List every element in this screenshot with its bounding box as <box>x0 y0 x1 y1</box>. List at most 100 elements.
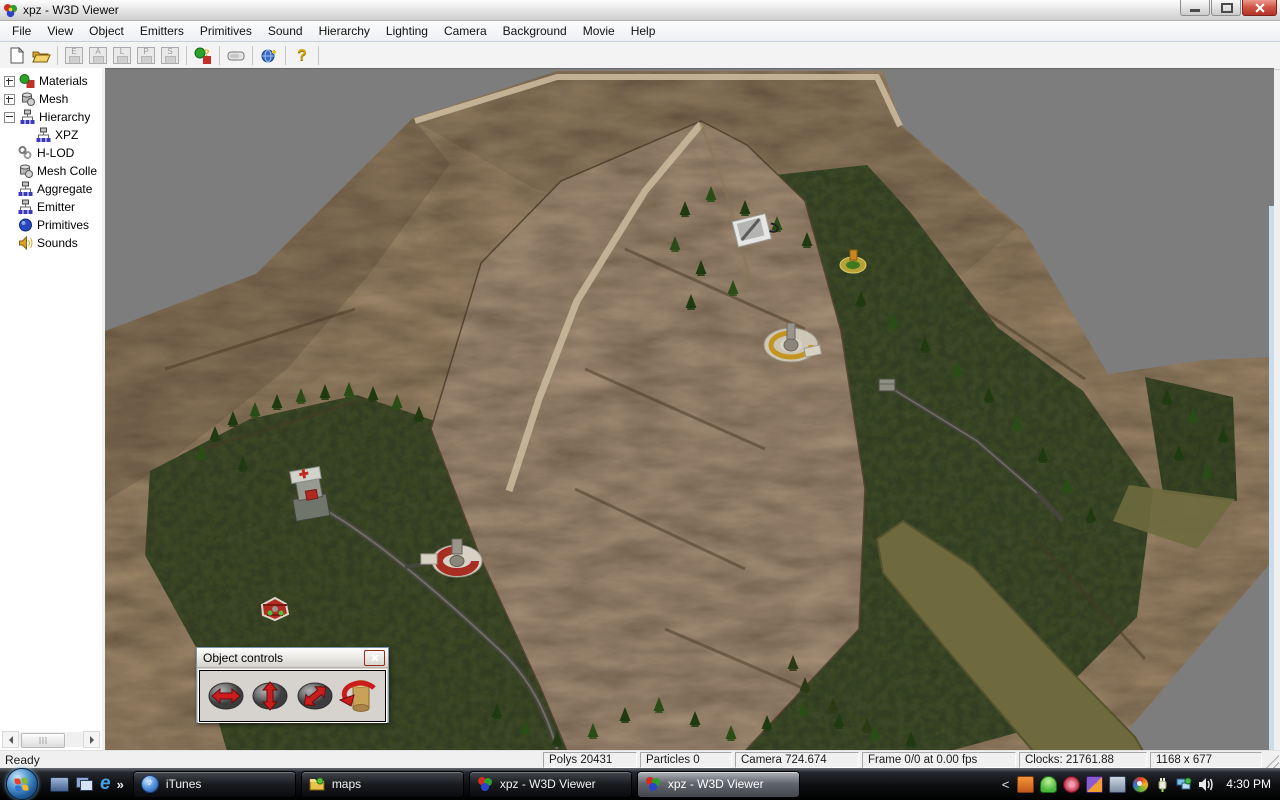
help-button[interactable]: ? <box>290 44 314 67</box>
status-camera: Camera 724.674 <box>735 752 859 768</box>
close-button[interactable] <box>1242 0 1277 16</box>
tree-horizontal-scrollbar[interactable] <box>2 732 100 747</box>
volume-icon[interactable] <box>1198 777 1214 792</box>
save-emitter-button[interactable]: E <box>62 44 86 67</box>
menu-primitives[interactable]: Primitives <box>192 22 260 40</box>
tree-item-hlod[interactable]: H-LOD <box>0 144 102 162</box>
maximize-button[interactable] <box>1211 0 1241 16</box>
scroll-right-button[interactable] <box>83 731 100 748</box>
hlod-icon <box>17 145 34 161</box>
scroll-left-button[interactable] <box>2 731 19 748</box>
internet-explorer-icon[interactable]: e <box>100 775 111 793</box>
taskbar-button-maps[interactable]: maps <box>301 771 464 798</box>
rotate-object-button[interactable] <box>338 676 380 716</box>
taskbar-button-itunes[interactable]: ♪ iTunes <box>133 771 296 798</box>
open-folder-icon <box>32 49 51 63</box>
translate-diagonal-button[interactable] <box>294 676 336 716</box>
power-plug-icon[interactable] <box>1155 776 1170 792</box>
floppy-letter: S <box>162 48 178 56</box>
window-right-border <box>1269 206 1274 751</box>
menu-object[interactable]: Object <box>81 22 132 40</box>
statusbar: Ready Polys 20431 Particles 0 Camera 724… <box>0 750 1280 769</box>
taskbar-button-w3d-2-active[interactable]: xpz - W3D Viewer <box>637 771 800 798</box>
quick-launch: e <box>50 775 111 793</box>
show-desktop-icon[interactable] <box>50 777 69 792</box>
object-controls-dialog[interactable]: Object controls <box>196 647 389 723</box>
scrollbar-thumb[interactable] <box>21 733 65 748</box>
itunes-icon: ♪ <box>141 775 159 793</box>
tree-item-label: Primitives <box>37 218 89 232</box>
menu-lighting[interactable]: Lighting <box>378 22 436 40</box>
new-document-button[interactable] <box>5 44 29 67</box>
slider-button[interactable] <box>224 44 248 67</box>
object-controls-body <box>199 670 386 722</box>
open-file-button[interactable] <box>29 44 53 67</box>
globe-add-button[interactable] <box>257 44 281 67</box>
status-resolution: 1168 x 677 <box>1150 752 1262 768</box>
tree-item-mesh[interactable]: Mesh <box>0 90 102 108</box>
horizontal-arrow-icon <box>206 678 246 714</box>
menubar: File View Object Emitters Primitives Sou… <box>0 21 1280 42</box>
menu-view[interactable]: View <box>39 22 81 40</box>
tree-item-mesh-collection[interactable]: Mesh Colle <box>0 162 102 180</box>
tree-item-emitter[interactable]: Emitter <box>0 198 102 216</box>
minimize-button[interactable] <box>1180 0 1210 16</box>
tree-item-materials[interactable]: Materials <box>0 72 102 90</box>
collapse-icon[interactable] <box>4 112 15 123</box>
save-sound-button[interactable]: S <box>158 44 182 67</box>
taskbar-button-label: xpz - W3D Viewer <box>668 777 764 791</box>
expand-icon[interactable] <box>4 76 15 87</box>
dialog-close-button[interactable] <box>364 650 385 666</box>
scrollbar-track[interactable] <box>19 732 83 747</box>
object-controls-titlebar[interactable]: Object controls <box>197 648 388 668</box>
menu-file[interactable]: File <box>4 22 39 40</box>
save-primitive-button[interactable]: P <box>134 44 158 67</box>
network-icon[interactable] <box>1176 777 1192 792</box>
aggregate-icon <box>17 181 34 197</box>
start-button[interactable] <box>6 768 38 800</box>
winamp-icon[interactable] <box>1086 776 1103 793</box>
expand-icon[interactable] <box>4 94 15 105</box>
java-icon[interactable] <box>1017 776 1034 793</box>
tree-item-aggregate[interactable]: Aggregate <box>0 180 102 198</box>
hierarchy-icon <box>19 109 36 125</box>
overflow-chevron-icon[interactable]: » <box>117 777 124 792</box>
taskbar-clock[interactable]: 4:30 PM <box>1226 777 1271 791</box>
tree-item-xpz[interactable]: XPZ <box>0 126 102 144</box>
taskbar-button-w3d-1[interactable]: xpz - W3D Viewer <box>469 771 632 798</box>
w3d-app-icon <box>477 776 493 792</box>
translate-horizontal-button[interactable] <box>205 676 247 716</box>
save-lod-button[interactable]: L <box>110 44 134 67</box>
asset-tree-panel: Materials Mesh Hierarchy <box>0 68 105 750</box>
menu-movie[interactable]: Movie <box>575 22 623 40</box>
materials-button[interactable]: ? <box>191 44 215 67</box>
3d-viewport[interactable]: Object controls <box>105 68 1274 751</box>
menu-emitters[interactable]: Emitters <box>132 22 192 40</box>
menu-sound[interactable]: Sound <box>260 22 311 40</box>
tree-item-sounds[interactable]: Sounds <box>0 234 102 252</box>
translate-vertical-button[interactable] <box>249 676 291 716</box>
pc-icon[interactable] <box>1109 776 1126 793</box>
scroll-right-icon <box>90 736 94 744</box>
menu-help[interactable]: Help <box>623 22 664 40</box>
status-polys: Polys 20431 <box>543 752 637 768</box>
tree-item-hierarchy[interactable]: Hierarchy <box>0 108 102 126</box>
menu-background[interactable]: Background <box>495 22 575 40</box>
tree-item-primitives[interactable]: Primitives <box>0 216 102 234</box>
taskbar-button-label: xpz - W3D Viewer <box>500 777 596 791</box>
tree-item-label: Hierarchy <box>39 110 90 124</box>
vertical-arrow-icon <box>250 678 290 714</box>
diagonal-arrow-icon <box>295 678 335 714</box>
taskbar-button-label: iTunes <box>166 777 202 791</box>
tray-chevron-icon[interactable]: < <box>1002 777 1010 792</box>
menu-hierarchy[interactable]: Hierarchy <box>311 22 378 40</box>
flower-icon[interactable] <box>1063 776 1080 793</box>
switch-windows-icon[interactable] <box>76 777 93 791</box>
menu-camera[interactable]: Camera <box>436 22 495 40</box>
user-icon[interactable] <box>1040 776 1057 793</box>
save-aggregate-button[interactable]: A <box>86 44 110 67</box>
swirl-icon[interactable] <box>1132 776 1149 793</box>
materials-icon <box>19 73 36 89</box>
resize-grip[interactable] <box>1266 755 1279 768</box>
windows-logo-icon <box>14 777 29 791</box>
